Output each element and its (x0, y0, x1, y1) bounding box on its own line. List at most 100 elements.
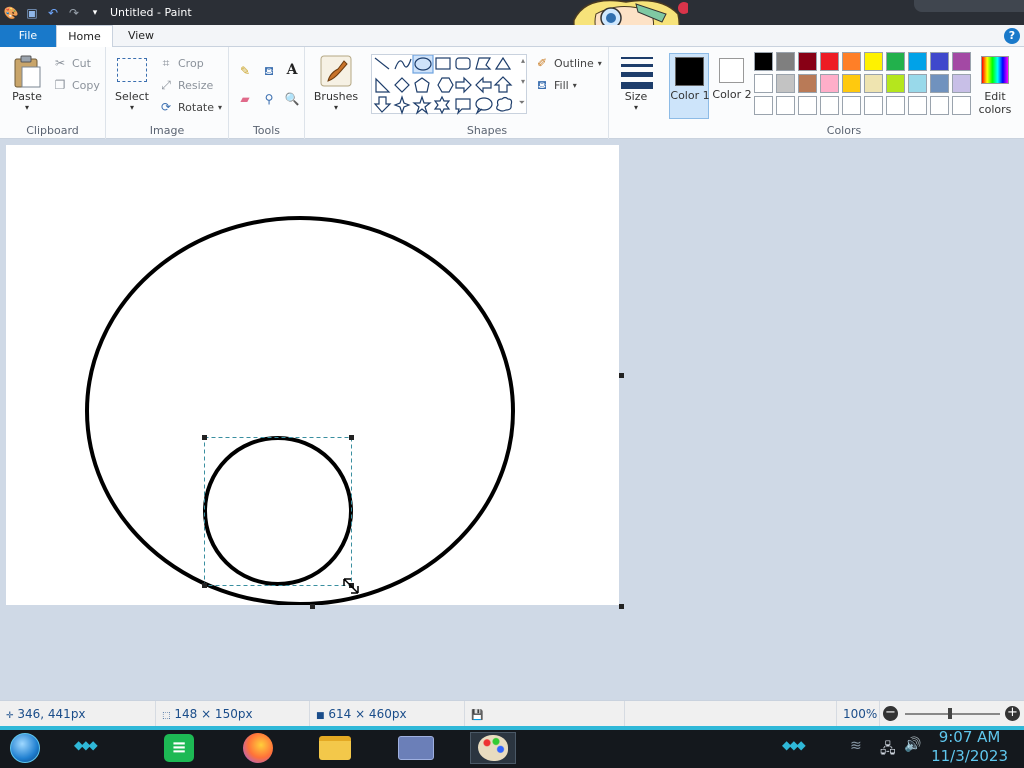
canvas-workspace[interactable] (0, 139, 1024, 700)
canvas-resize-handle-right[interactable] (619, 373, 624, 378)
shape-line-icon[interactable] (374, 57, 390, 70)
shape-left-arrow-icon[interactable] (475, 76, 492, 94)
brushes-button[interactable]: Brushes ▾ (309, 53, 363, 115)
color-swatch[interactable] (842, 74, 861, 93)
copy-button[interactable]: ❐ Copy (52, 77, 100, 93)
taskbar-paint-app[interactable] (470, 732, 516, 764)
shape-diamond-icon[interactable] (394, 77, 410, 93)
paint-app-icon[interactable]: 🎨 (2, 4, 20, 22)
tab-home[interactable]: Home (56, 25, 113, 48)
shape-six-point-star-icon[interactable] (433, 95, 451, 115)
color-swatch[interactable] (820, 74, 839, 93)
edit-colors-button[interactable]: Edit colors (974, 53, 1016, 119)
shapes-expand-icon[interactable]: ⏷ (519, 98, 525, 108)
custom-color-slot[interactable] (864, 96, 883, 115)
color-swatch[interactable] (886, 74, 905, 93)
shape-hexagon-icon[interactable] (437, 77, 454, 93)
cut-button[interactable]: ✂ Cut (52, 55, 91, 71)
custom-color-slot[interactable] (842, 96, 861, 115)
start-button[interactable] (8, 732, 42, 764)
volume-icon[interactable]: 🔊 (904, 737, 921, 753)
color-swatch[interactable] (952, 52, 971, 71)
color-swatch[interactable] (930, 74, 949, 93)
selection-handles[interactable] (202, 435, 354, 588)
color-picker-icon[interactable]: ⚲ (261, 91, 277, 107)
shape-pentagon-icon[interactable] (414, 77, 430, 93)
shape-up-arrow-icon[interactable] (493, 76, 513, 93)
shape-polygon-icon[interactable] (475, 57, 492, 70)
color1-selector[interactable]: Color 1 (669, 53, 710, 119)
shape-right-triangle-icon[interactable] (375, 77, 391, 93)
save-icon[interactable]: ▣ (23, 4, 41, 22)
zoom-out-button[interactable]: − (883, 706, 898, 721)
resize-button[interactable]: ⤢ Resize (158, 77, 213, 93)
color-swatch[interactable] (798, 74, 817, 93)
select-button[interactable]: Select ▾ (112, 53, 152, 115)
shape-rounded-callout-icon[interactable] (455, 98, 471, 115)
text-tool-icon[interactable]: A (284, 62, 300, 78)
help-icon[interactable]: ? (1004, 28, 1020, 44)
shape-four-point-star-icon[interactable] (393, 95, 411, 115)
color-swatch[interactable] (952, 74, 971, 93)
custom-color-slot[interactable] (754, 96, 773, 115)
pencil-icon[interactable]: ✎ (237, 63, 253, 79)
color-swatch[interactable] (776, 52, 795, 71)
canvas-resize-handle-corner[interactable] (619, 604, 624, 609)
color-swatch[interactable] (864, 52, 883, 71)
color-swatch[interactable] (908, 52, 927, 71)
fill-bucket-icon[interactable]: ⛾ (261, 63, 277, 79)
eraser-icon[interactable]: ▰ (237, 91, 253, 107)
shape-oval-icon[interactable] (412, 55, 434, 74)
custom-color-slot[interactable] (952, 96, 971, 115)
tab-file[interactable]: File (0, 25, 56, 47)
color-swatch[interactable] (842, 52, 861, 71)
customize-dropdown-icon[interactable]: ▾ (86, 4, 104, 22)
paste-button[interactable]: Paste ▾ (8, 53, 46, 115)
drawing-canvas[interactable] (6, 145, 619, 606)
tab-view[interactable]: View (113, 25, 169, 47)
color-swatch[interactable] (754, 74, 773, 93)
shape-oval-callout-icon[interactable] (475, 97, 493, 115)
canvas-resize-handle-bottom[interactable] (310, 604, 315, 609)
size-button[interactable]: Size ▾ (612, 53, 660, 115)
crop-button[interactable]: ⌗ Crop (158, 55, 204, 71)
color-swatch[interactable] (776, 74, 795, 93)
shape-five-point-star-icon[interactable] (412, 95, 432, 115)
shape-right-arrow-icon[interactable] (455, 76, 472, 94)
color-swatch[interactable] (754, 52, 773, 71)
color-swatch[interactable] (908, 74, 927, 93)
shape-cloud-callout-icon[interactable] (496, 96, 513, 112)
shapes-scroll-up-icon[interactable]: ▴ (521, 56, 525, 65)
color-swatch[interactable] (930, 52, 949, 71)
taskbar-file-explorer-app[interactable] (318, 732, 352, 764)
taskbar-firefox-app[interactable] (241, 732, 275, 764)
taskbar-window-app[interactable] (394, 732, 438, 764)
custom-color-slot[interactable] (798, 96, 817, 115)
fill-button[interactable]: ⛾ Fill ▾ (534, 77, 577, 93)
custom-color-slot[interactable] (908, 96, 927, 115)
rotate-button[interactable]: ⟳ Rotate ▾ (158, 99, 222, 115)
outline-button[interactable]: ✐ Outline ▾ (534, 55, 602, 71)
custom-color-slot[interactable] (776, 96, 795, 115)
color-swatch[interactable] (820, 52, 839, 71)
zoom-in-button[interactable]: + (1005, 706, 1020, 721)
color2-selector[interactable]: Color 2 (712, 53, 752, 119)
undo-icon[interactable]: ↶ (44, 4, 62, 22)
custom-color-slot[interactable] (930, 96, 949, 115)
shape-rectangle-icon[interactable] (435, 57, 451, 70)
color-swatch[interactable] (886, 52, 905, 71)
shape-down-arrow-icon[interactable] (373, 96, 392, 113)
network-icon[interactable]: 🖧 (880, 738, 896, 762)
custom-color-slot[interactable] (820, 96, 839, 115)
taskbar-clock[interactable]: 9:07 AM 11/3/2023 (931, 728, 1008, 766)
show-hidden-icons[interactable]: ≋ (850, 738, 862, 754)
zoom-slider[interactable] (905, 708, 1000, 719)
shape-triangle-icon[interactable] (494, 56, 512, 70)
shape-curve-icon[interactable] (394, 58, 412, 70)
magnifier-icon[interactable]: 🔍 (284, 91, 300, 107)
color-swatch[interactable] (864, 74, 883, 93)
shapes-scroll-down-icon[interactable]: ▾ (521, 77, 525, 86)
taskbar-spotify-app[interactable]: ≡ (162, 732, 196, 764)
custom-color-slot[interactable] (886, 96, 905, 115)
color-swatch[interactable] (798, 52, 817, 71)
